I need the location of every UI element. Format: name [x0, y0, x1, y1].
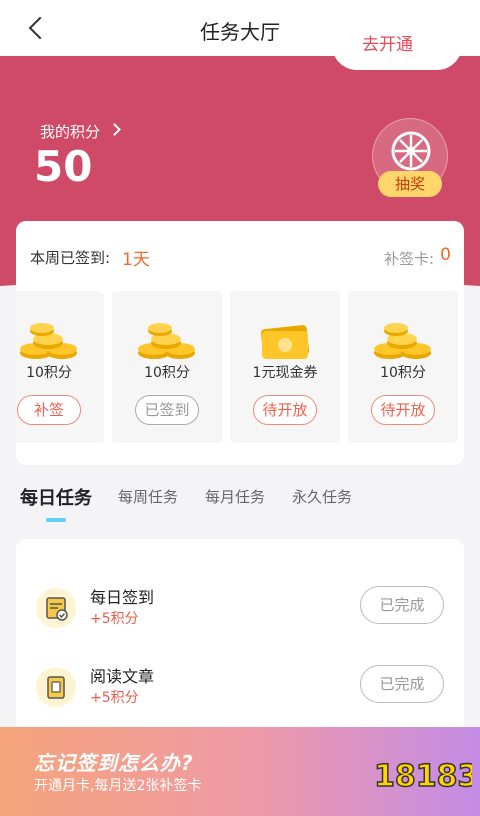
- tab-permanent[interactable]: 永久任务: [292, 486, 352, 507]
- tab-weekly[interactable]: 每周任务: [118, 486, 178, 507]
- active-tab-indicator: [46, 518, 66, 522]
- coins-icon: [20, 323, 77, 359]
- coming-soon-button[interactable]: 待开放: [371, 395, 435, 425]
- makeup-card-value: 0: [440, 245, 451, 265]
- activate-button[interactable]: 去开通: [332, 20, 462, 70]
- signin-day: 10积分 补签: [16, 291, 104, 443]
- svg-text:18183: 18183: [374, 759, 472, 794]
- makeup-signin-button[interactable]: 补签: [17, 395, 81, 425]
- task-row: 阅读文章 +5积分 已完成: [16, 655, 464, 725]
- day-reward: 10积分: [144, 365, 190, 381]
- signin-day: 10积分 待开放: [348, 291, 458, 443]
- points-value: 50: [34, 142, 93, 191]
- signin-card: 本周已签到: 1天 补签卡: 0 10积分 补签 10积分 已签到 1元现金券 …: [16, 221, 464, 465]
- prize-wheel-icon: [391, 131, 431, 171]
- promo-subtitle: 开通月卡,每月送2张补签卡: [34, 778, 202, 794]
- coins-icon: [374, 323, 431, 359]
- task-reward: +5积分: [90, 690, 139, 706]
- signin-day: 1元现金券 待开放: [230, 291, 340, 443]
- day-reward: 10积分: [380, 365, 426, 381]
- task-name: 每日签到: [90, 588, 155, 607]
- coming-soon-button[interactable]: 待开放: [253, 395, 317, 425]
- cash-voucher-icon: [260, 325, 310, 359]
- coins-icon: [138, 323, 195, 359]
- task-reward: +5积分: [90, 611, 139, 627]
- makeup-card-label: 补签卡:: [383, 250, 434, 268]
- signed-in-button[interactable]: 已签到: [135, 395, 199, 425]
- lottery-label[interactable]: 抽奖: [378, 171, 442, 197]
- task-completed-button[interactable]: 已完成: [360, 665, 444, 703]
- task-tabs: 每日任务 每周任务 每月任务 永久任务: [0, 480, 480, 530]
- day-reward: 1元现金券: [252, 365, 318, 381]
- my-points-link[interactable]: 我的积分: [40, 121, 100, 142]
- task-completed-button[interactable]: 已完成: [360, 586, 444, 624]
- article-icon: [36, 667, 76, 707]
- week-signin-label: 本周已签到:: [30, 249, 111, 267]
- signin-day: 10积分 已签到: [112, 291, 222, 443]
- promo-title: 忘记签到怎么办?: [34, 751, 194, 775]
- tab-monthly[interactable]: 每月任务: [205, 486, 265, 507]
- task-name: 阅读文章: [90, 667, 155, 686]
- week-signin-value: 1天: [122, 250, 150, 270]
- task-row: 每日签到 +5积分 已完成: [16, 576, 464, 646]
- calendar-check-icon: [36, 588, 76, 628]
- task-list: 每日签到 +5积分 已完成 阅读文章 +5积分 已完成: [16, 539, 464, 739]
- day-reward: 10积分: [26, 365, 72, 381]
- tab-daily[interactable]: 每日任务: [20, 484, 92, 510]
- watermark-logo: 18183: [373, 758, 472, 795]
